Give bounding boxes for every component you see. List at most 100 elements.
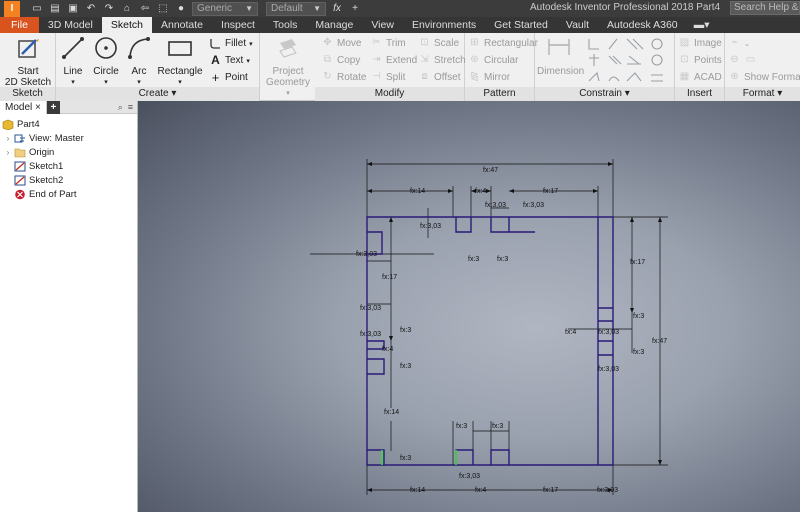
- tree-node-sketch1[interactable]: Sketch1: [0, 159, 137, 173]
- dim-total-width[interactable]: fx:47: [483, 167, 498, 174]
- tab-tools[interactable]: Tools: [264, 17, 307, 33]
- centerline-button[interactable]: ⊖ ▭: [728, 54, 757, 67]
- expand-icon[interactable]: ›: [4, 148, 12, 157]
- material-combo[interactable]: Generic ▼: [192, 1, 258, 16]
- dim-left-14[interactable]: fx:14: [384, 409, 399, 416]
- plus-icon[interactable]: +: [348, 3, 362, 15]
- ribbon-options-icon[interactable]: ▬▾: [687, 17, 717, 33]
- move-button[interactable]: ✥ Move: [321, 37, 361, 50]
- inventor-logo-icon[interactable]: I: [4, 0, 20, 17]
- text-button[interactable]: A Text ▾: [209, 54, 250, 67]
- menu-icon[interactable]: ≡: [128, 102, 133, 113]
- line-button[interactable]: Line ▾: [58, 35, 88, 88]
- dim-bottom-depth-right[interactable]: fx:3,03: [597, 487, 618, 494]
- tab-file[interactable]: File: [0, 17, 39, 33]
- dim-total-height[interactable]: fx:47: [652, 338, 667, 345]
- tab-inspect[interactable]: Inspect: [212, 17, 264, 33]
- dim-right-17[interactable]: fx:17: [630, 259, 645, 266]
- expand-icon[interactable]: ›: [4, 134, 12, 143]
- dim-top-right[interactable]: fx:17: [543, 188, 558, 195]
- dim-bottom-17[interactable]: fx:17: [543, 487, 558, 494]
- point-button[interactable]: + Point: [209, 71, 248, 84]
- copy-button[interactable]: ⧉ Copy: [321, 54, 360, 67]
- stretch-button[interactable]: ⇲ Stretch: [418, 54, 465, 67]
- model-tab[interactable]: Model ×: [0, 100, 47, 114]
- tree-node-end-of-part[interactable]: End of Part: [0, 187, 137, 201]
- save-icon[interactable]: ▣: [66, 3, 80, 15]
- dim-bottom-depth[interactable]: fx:3,03: [459, 473, 480, 480]
- return-icon[interactable]: ⇦: [138, 3, 152, 15]
- new-icon[interactable]: ▭: [30, 3, 44, 15]
- dim-left-3c[interactable]: fx:3: [400, 455, 411, 462]
- project-geometry-button[interactable]: Project Geometry ▾: [262, 35, 314, 99]
- split-button[interactable]: ⊣ Split: [370, 71, 405, 84]
- tab-autodesk-a360[interactable]: Autodesk A360: [598, 17, 687, 33]
- dim-left-offset[interactable]: fx:3,03: [356, 251, 377, 258]
- acad-button[interactable]: ▦ ACAD: [678, 71, 722, 84]
- image-button[interactable]: ▨ Image: [678, 37, 722, 50]
- dim-right-3a[interactable]: fx:3: [633, 313, 644, 320]
- fillet-button[interactable]: Fillet ▾: [209, 37, 253, 50]
- arc-button[interactable]: Arc ▾: [124, 35, 154, 88]
- fx-icon[interactable]: fx: [330, 3, 344, 15]
- dim-slot-w-b[interactable]: fx:3: [497, 256, 508, 263]
- graphics-viewport[interactable]: fx:47 fx:14 fx:4 fx:17 fx:3,03 fx:3,03 f…: [138, 101, 800, 512]
- show-format-button[interactable]: ⊕ Show Format: [728, 71, 800, 84]
- circle-button[interactable]: Circle ▾: [90, 35, 122, 88]
- color-icon[interactable]: ●: [174, 3, 188, 15]
- rotate-button[interactable]: ↻ Rotate: [321, 71, 366, 84]
- mirror-button[interactable]: ⧎ Mirror: [468, 71, 510, 84]
- dim-top-left[interactable]: fx:14: [410, 188, 425, 195]
- tab-environments[interactable]: Environments: [403, 17, 485, 33]
- trim-button[interactable]: ✂ Trim: [370, 37, 405, 50]
- dim-right-depth-b[interactable]: fx:3,03: [598, 366, 619, 373]
- tab-sketch[interactable]: Sketch: [101, 17, 152, 33]
- dim-left-3a[interactable]: fx:3: [400, 327, 411, 334]
- tree-node-view-master[interactable]: › View: Master: [0, 131, 137, 145]
- scale-button[interactable]: ⊡ Scale: [418, 37, 459, 50]
- offset-button[interactable]: ⧈ Offset: [418, 71, 460, 84]
- dim-left-depth-a[interactable]: fx:3,03: [360, 305, 381, 312]
- search-icon[interactable]: ⌕: [118, 102, 123, 113]
- appearance-combo[interactable]: Default ▼: [266, 1, 326, 16]
- dim-left-17[interactable]: fx:17: [382, 274, 397, 281]
- dim-bottom-slot-w-a[interactable]: fx:3: [456, 423, 467, 430]
- dim-right-3b[interactable]: fx:3: [633, 349, 644, 356]
- dim-depth-left-top[interactable]: fx:3,03: [420, 223, 441, 230]
- tab-3d-model[interactable]: 3D Model: [39, 17, 102, 33]
- points-button[interactable]: ⊡ Points: [678, 54, 722, 67]
- dim-right-4[interactable]: fx:4: [565, 329, 576, 336]
- redo-icon[interactable]: ↷: [102, 3, 116, 15]
- dim-left-4[interactable]: fx:4: [382, 346, 393, 353]
- dim-bottom-4[interactable]: fx:4: [475, 487, 486, 494]
- tab-annotate[interactable]: Annotate: [152, 17, 212, 33]
- dim-left-3b[interactable]: fx:3: [400, 363, 411, 370]
- tab-get-started[interactable]: Get Started: [485, 17, 557, 33]
- select-icon[interactable]: ⬚: [156, 3, 170, 15]
- dim-top-depth-b[interactable]: fx:3,03: [523, 202, 544, 209]
- dim-slot-w-a[interactable]: fx:3: [468, 256, 479, 263]
- tree-node-origin[interactable]: › Origin: [0, 145, 137, 159]
- undo-icon[interactable]: ↶: [84, 3, 98, 15]
- tab-vault[interactable]: Vault: [557, 17, 598, 33]
- dim-bottom-slot-w-b[interactable]: fx:3: [492, 423, 503, 430]
- tab-manage[interactable]: Manage: [306, 17, 362, 33]
- start-2d-sketch-button[interactable]: Start 2D Sketch: [2, 35, 54, 88]
- add-browser-tab-icon[interactable]: +: [46, 100, 60, 114]
- rectangle-button[interactable]: Rectangle ▾: [156, 35, 204, 88]
- circular-button[interactable]: ⊛ Circular: [468, 54, 518, 67]
- dimension-button[interactable]: Dimension: [537, 35, 584, 77]
- tree-node-part4[interactable]: Part4: [0, 117, 137, 131]
- extend-button[interactable]: ⇥ Extend: [370, 54, 417, 67]
- dim-left-depth-b[interactable]: fx:3,03: [360, 331, 381, 338]
- rectangular-button[interactable]: ⊞ Rectangular: [468, 37, 538, 50]
- search-input[interactable]: Search Help & Commands: [730, 1, 800, 15]
- dim-bottom-14[interactable]: fx:14: [410, 487, 425, 494]
- construction-button[interactable]: ⌁ ⌄: [728, 37, 749, 50]
- open-icon[interactable]: ▤: [48, 3, 62, 15]
- dim-top-depth-a[interactable]: fx:3,03: [485, 202, 506, 209]
- dim-right-depth-a[interactable]: fx:3,03: [598, 329, 619, 336]
- tab-view[interactable]: View: [362, 17, 403, 33]
- sketch-drawing[interactable]: fx:47 fx:14 fx:4 fx:17 fx:3,03 fx:3,03 f…: [138, 101, 800, 512]
- home-icon[interactable]: ⌂: [120, 3, 134, 15]
